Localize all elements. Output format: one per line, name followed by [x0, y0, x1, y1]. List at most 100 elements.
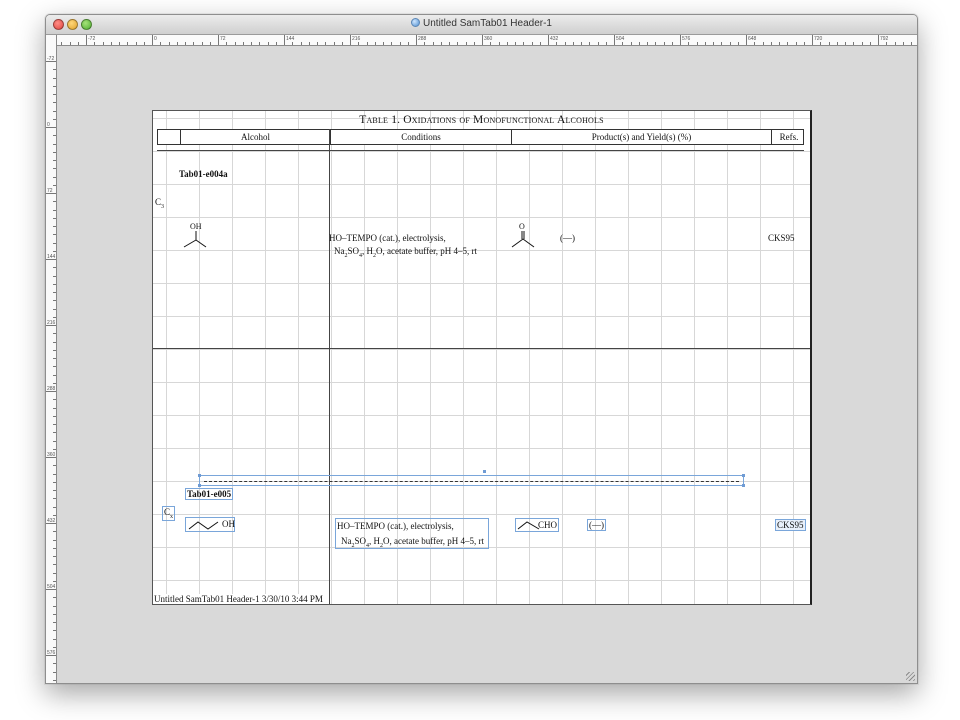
ruler-tick	[53, 209, 56, 211]
ruler-tick	[53, 77, 56, 79]
ruler-tick	[53, 234, 56, 236]
ruler-tick	[53, 490, 56, 491]
ruler-tick	[440, 42, 442, 45]
ruler-tick	[127, 42, 129, 45]
ruler-tick	[242, 42, 244, 45]
ruler-tick	[605, 42, 607, 45]
ruler-tick	[787, 42, 789, 45]
propanol-structure-box[interactable]: OH	[185, 517, 235, 532]
ruler-tick	[259, 42, 261, 45]
ruler-tick	[647, 42, 648, 45]
ruler-tick	[143, 42, 145, 45]
ruler-tick	[539, 42, 541, 45]
acetone-structure-icon[interactable]	[509, 229, 537, 251]
conditions-line-1[interactable]: HO–TEMPO (cat.), electrolysis,	[329, 233, 446, 243]
ruler-tick	[53, 118, 56, 120]
selection-handle[interactable]	[483, 470, 486, 473]
ruler-tick	[46, 325, 56, 326]
ruler-tick	[53, 440, 56, 442]
ruler-tick	[119, 42, 120, 45]
ruler-tick	[737, 42, 739, 45]
ruler-tick	[53, 333, 56, 335]
ruler-tick	[53, 160, 56, 161]
yield-value[interactable]: (—)	[587, 519, 606, 531]
ruler-tick	[828, 42, 830, 45]
resize-grip-icon[interactable]	[906, 672, 915, 681]
ruler-tick	[902, 42, 904, 45]
conditions-line-2[interactable]: Na2SO4, H2O, acetate buffer, pH 4–5, rt	[334, 246, 477, 259]
ruler-tick	[53, 85, 56, 87]
ruler-tick	[845, 42, 846, 45]
ruler-tick	[399, 42, 401, 45]
ruler-tick	[531, 42, 533, 45]
ruler-tick	[46, 259, 56, 260]
ruler-tick	[226, 42, 228, 45]
ruler-tick-label: 0	[154, 36, 157, 42]
entry-id-label[interactable]: Tab01-e004a	[179, 169, 228, 179]
entry-id-label[interactable]: Tab01-e005	[185, 488, 234, 500]
window-title: Untitled SamTab01 Header-1	[46, 18, 917, 29]
ruler-tick	[358, 42, 360, 45]
ruler-tick	[53, 580, 56, 582]
yield-value[interactable]: (—)	[560, 233, 575, 243]
carbon-subscript: 3	[161, 203, 165, 210]
ruler-tick	[86, 35, 87, 45]
ruler-tick	[110, 42, 112, 45]
ruler-tick	[53, 432, 56, 434]
conditions-block[interactable]: HO–TEMPO (cat.), electrolysis, Na2SO4, H…	[335, 518, 489, 549]
carbon-count[interactable]: C3	[155, 197, 164, 210]
window-title-text: Untitled SamTab01 Header-1	[423, 18, 552, 29]
ruler-tick	[820, 42, 822, 45]
selection-handle[interactable]	[198, 484, 201, 487]
ruler-tick	[597, 42, 599, 45]
ruler-tick	[46, 391, 56, 392]
ruler-tick	[53, 473, 56, 475]
horizontal-ruler[interactable]: -72 0 72 144 216 288 360 432 504 576 648 720 792	[57, 35, 917, 46]
ruler-tick	[53, 531, 56, 533]
ruler-tick	[46, 655, 56, 656]
ruler-tick	[46, 127, 56, 128]
ruler-tick	[53, 638, 56, 640]
ruler-tick	[53, 646, 56, 648]
document-page[interactable]: Table 1. Oxidations of Monofunctional Al…	[152, 110, 812, 605]
ruler-tick	[630, 42, 632, 45]
ruler-tick	[267, 42, 269, 45]
selection-handle[interactable]	[742, 474, 745, 477]
ruler-tick	[869, 42, 871, 45]
ruler-tick	[490, 42, 492, 45]
selected-row-guide[interactable]	[198, 470, 745, 487]
ruler-tick	[53, 399, 56, 401]
ruler-tick	[300, 42, 302, 45]
ruler-tick	[53, 407, 56, 409]
ruler-tick	[861, 42, 863, 45]
carbon-subscript: x	[170, 513, 174, 520]
reference-code[interactable]: CKS95	[768, 233, 795, 243]
ruler-tick	[416, 35, 417, 45]
ruler-tick	[894, 42, 896, 45]
vertical-ruler[interactable]: -72 0 72 144 216 288 360 432 504 576	[46, 35, 57, 683]
ruler-tick	[160, 42, 162, 45]
ruler-tick	[770, 42, 772, 45]
ruler-tick	[209, 42, 211, 45]
ruler-tick	[333, 42, 335, 45]
ruler-tick	[218, 35, 219, 45]
ruler-tick	[53, 424, 56, 425]
selection-handle[interactable]	[742, 484, 745, 487]
selection-handle[interactable]	[198, 474, 201, 477]
title-bar[interactable]: Untitled SamTab01 Header-1	[46, 15, 917, 35]
propanal-structure-box[interactable]: CHO	[515, 518, 559, 532]
isopropanol-structure-icon[interactable]	[178, 229, 208, 251]
reference-code[interactable]: CKS95	[775, 519, 806, 531]
ruler-tick	[374, 42, 376, 45]
ruler-tick	[53, 308, 56, 310]
product-cho-label: CHO	[538, 520, 558, 530]
ruler-tick	[350, 35, 351, 45]
ruler-tick	[53, 168, 56, 170]
ruler-tick	[53, 292, 56, 293]
ruler-tick	[878, 35, 879, 45]
ruler-tick	[696, 42, 698, 45]
ruler-tick	[704, 42, 706, 45]
cond-text: SO	[347, 246, 360, 256]
cond-text: Na	[334, 246, 345, 256]
carbon-count[interactable]: Cx	[162, 506, 176, 521]
